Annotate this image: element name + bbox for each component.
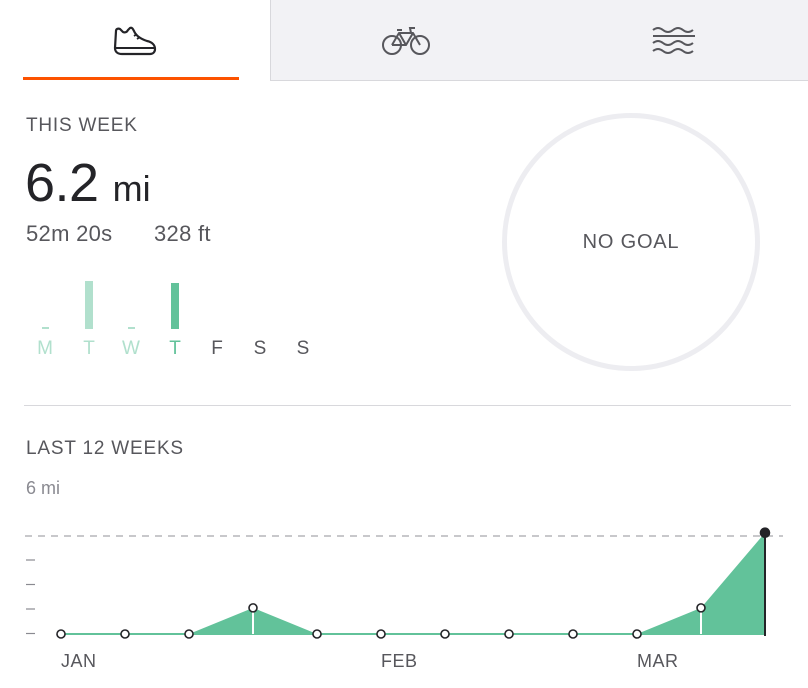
section-divider [24,405,791,406]
distance-value: 6.2 [25,153,99,213]
week-point [632,629,642,639]
month-label: FEB [381,651,418,671]
day-label: S [296,338,310,359]
week-point [120,629,130,639]
month-label: JAN [61,651,97,671]
bike-icon [381,22,431,58]
week-elevation: 328 ft [154,221,211,246]
week-point [696,603,706,613]
weekly-distance-chart [25,527,783,639]
y-axis-max-label: 6 mi [26,478,61,498]
week-point [376,629,386,639]
day-label: W [122,338,140,359]
day-bar [171,283,179,329]
day-label: M [37,338,53,359]
tab-run[interactable] [0,0,270,81]
day-bar [41,327,49,329]
week-point [440,629,450,639]
goal-status: NO GOAL [582,230,680,253]
week-point [504,629,514,639]
day-label: T [169,338,181,359]
this-week-label: THIS WEEK [26,115,138,136]
last-12-weeks-label: LAST 12 WEEKS [26,438,184,459]
week-point [184,629,194,639]
week-moving-time: 52m 20s [26,221,113,246]
day-bar [127,327,135,329]
tab-ride[interactable] [270,0,540,81]
distance-unit: mi [112,168,151,209]
shoe-icon [110,23,160,59]
day-label: S [253,338,267,359]
day-label: F [211,338,223,359]
week-point [248,603,258,613]
week-point [568,629,578,639]
goal-ring[interactable]: NO GOAL [502,113,760,371]
distance-area [61,532,765,634]
active-tab-indicator [23,77,239,80]
week-point [312,629,322,639]
week-point [56,629,66,639]
week-distance: 6.2 mi [25,152,151,214]
tab-swim[interactable] [540,0,808,81]
waves-icon [649,22,699,58]
day-bar [85,281,93,329]
day-label: T [83,338,95,359]
month-label: MAR [637,651,679,671]
activity-tabbar [0,0,808,81]
current-week-point [759,527,771,539]
